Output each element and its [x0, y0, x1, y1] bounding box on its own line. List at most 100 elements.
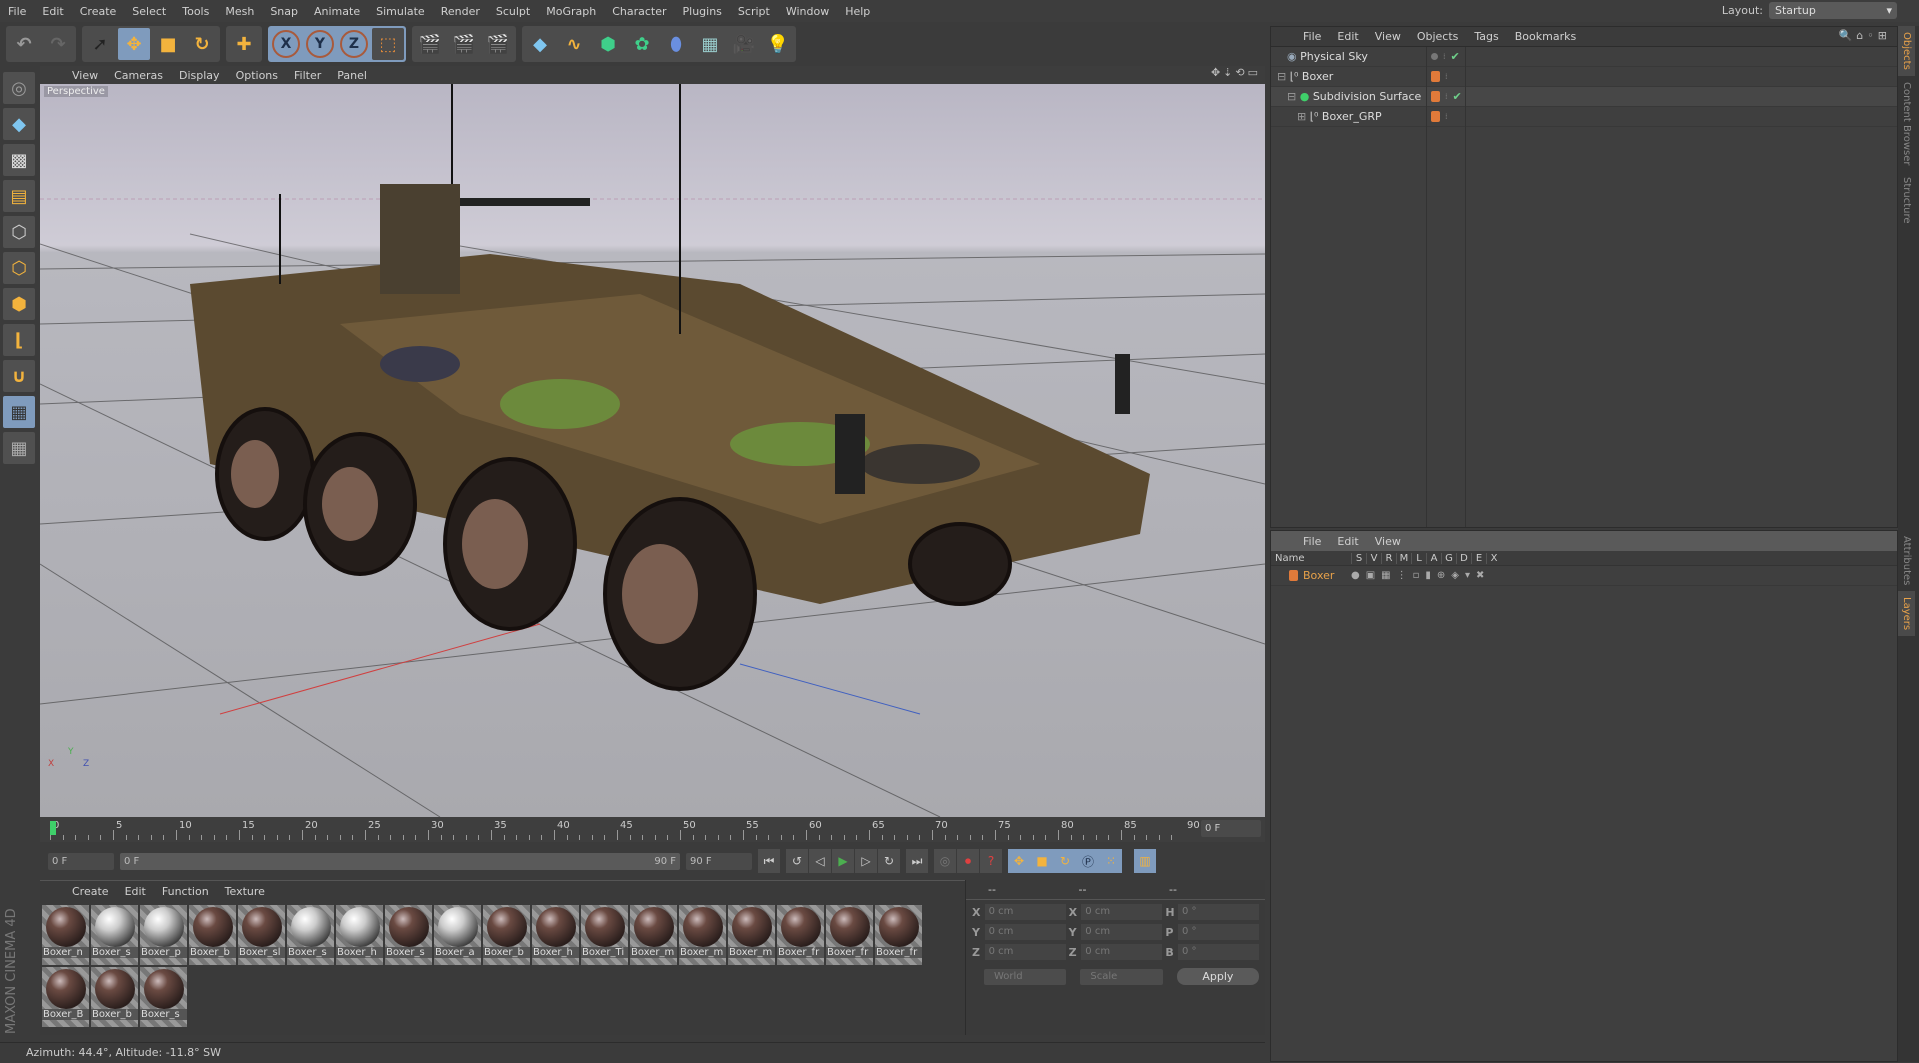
z-axis-toggle[interactable]: Z	[340, 30, 368, 58]
render-settings-icon[interactable]: 🎬	[482, 28, 514, 60]
material-thumbnail[interactable]: Boxer_fr	[826, 905, 873, 965]
material-thumbnail[interactable]: Boxer_fr	[875, 905, 922, 965]
start-frame-field[interactable]: 0 F	[48, 852, 114, 870]
layer-color-swatch[interactable]	[1431, 111, 1440, 122]
menu-mesh[interactable]: Mesh	[217, 5, 262, 18]
material-thumbnail[interactable]: Boxer_b	[91, 967, 138, 1027]
side-tab-content-browser[interactable]: Content Browser	[1898, 76, 1915, 171]
material-thumbnail[interactable]: Boxer_sl	[238, 905, 285, 965]
material-thumbnail[interactable]: Boxer_s	[140, 967, 187, 1027]
objects-menu-bookmarks[interactable]: Bookmarks	[1507, 30, 1584, 43]
current-frame-field[interactable]: 0 F	[1201, 820, 1261, 837]
visibility-dot[interactable]	[1431, 53, 1438, 60]
undo-icon[interactable]: ↶	[8, 28, 40, 60]
material-thumbnail[interactable]: Boxer_m	[630, 905, 677, 965]
key-scale-icon[interactable]: ■	[1031, 849, 1053, 873]
material-thumbnail[interactable]: Boxer_a	[434, 905, 481, 965]
menu-select[interactable]: Select	[124, 5, 174, 18]
coord-pos-field[interactable]: 0 cm	[984, 944, 1066, 960]
layer-color-swatch[interactable]	[1431, 71, 1440, 82]
layer-column-header[interactable]: E	[1471, 552, 1486, 564]
object-name[interactable]: Subdivision Surface	[1313, 90, 1421, 103]
coord-rot-field[interactable]: 0 °	[1177, 924, 1259, 940]
redo-icon[interactable]: ↷	[42, 28, 74, 60]
coord-mode-dropdown[interactable]: World	[984, 968, 1067, 985]
coord-size-field[interactable]: 0 cm	[1081, 924, 1163, 940]
key-rotation-icon[interactable]: ↻	[1054, 849, 1076, 873]
object-name[interactable]: Boxer_GRP	[1322, 110, 1382, 123]
timeline-window-icon[interactable]: ▥	[1134, 849, 1156, 873]
enabled-check-icon[interactable]: ✔	[1451, 50, 1460, 63]
coord-type-dropdown[interactable]: Scale	[1080, 968, 1163, 985]
layer-column-header[interactable]: R	[1381, 552, 1396, 564]
menu-file[interactable]: File	[0, 5, 34, 18]
object-name[interactable]: Physical Sky	[1300, 50, 1368, 63]
layout-dropdown[interactable]: Startup	[1769, 2, 1897, 19]
texture-mode-icon[interactable]: ▩	[3, 144, 35, 176]
x-axis-toggle[interactable]: X	[272, 30, 300, 58]
material-thumbnail[interactable]: Boxer_fr	[777, 905, 824, 965]
timeline-ruler[interactable]: 0 5 10 15 20 25 30 35 40 45 50 55 60 65 70 75 80 85 90 0 F	[40, 817, 1265, 842]
menu-character[interactable]: Character	[604, 5, 674, 18]
select-tool-icon[interactable]: ➚	[84, 28, 116, 60]
points-mode-icon[interactable]: ⬡	[3, 216, 35, 248]
layers-menu-edit[interactable]: Edit	[1329, 535, 1366, 548]
layer-column-header[interactable]: A	[1426, 552, 1441, 564]
object-row[interactable]: ⊞ ⌊⁰ Boxer_GRP ⁞	[1271, 106, 1897, 127]
layers-menu-file[interactable]: File	[1295, 535, 1329, 548]
material-thumbnail[interactable]: Boxer_b	[483, 905, 530, 965]
layer-column-header[interactable]: V	[1366, 552, 1381, 564]
key-parameter-icon[interactable]: Ⓟ	[1077, 849, 1099, 873]
layer-column-header[interactable]: Name	[1271, 553, 1351, 564]
material-thumbnail[interactable]: Boxer_B	[42, 967, 89, 1027]
menu-tools[interactable]: Tools	[174, 5, 217, 18]
model-mode-icon[interactable]: ◆	[3, 108, 35, 140]
material-thumbnail[interactable]: Boxer_m	[679, 905, 726, 965]
expand-toggle-icon[interactable]: ⊞	[1297, 110, 1306, 123]
coord-rot-field[interactable]: 0 °	[1177, 944, 1259, 960]
objects-menu-view[interactable]: View	[1367, 30, 1409, 43]
side-tab-structure[interactable]: Structure	[1898, 171, 1915, 230]
key-pla-icon[interactable]: ⁙	[1100, 849, 1122, 873]
objects-menu-objects[interactable]: Objects	[1409, 30, 1467, 43]
material-thumbnail[interactable]: Boxer_p	[140, 905, 187, 965]
material-thumbnail[interactable]: Boxer_h	[336, 905, 383, 965]
enabled-check-icon[interactable]: ✔	[1453, 90, 1462, 103]
editor-render-dots[interactable]: ⁞	[1445, 92, 1448, 101]
menu-script[interactable]: Script	[730, 5, 778, 18]
object-name[interactable]: Boxer	[1302, 70, 1333, 83]
spline-icon[interactable]: ∿	[558, 28, 590, 60]
apply-button[interactable]: Apply	[1176, 968, 1259, 985]
material-thumbnail[interactable]: Boxer_s	[91, 905, 138, 965]
scale-tool-icon[interactable]: ■	[152, 28, 184, 60]
axis-mode-icon[interactable]: ⌊	[3, 324, 35, 356]
side-tab-objects[interactable]: Objects	[1898, 26, 1915, 76]
layer-row[interactable]: Boxer ●▣▦⋮▫▮⊕◈▾✖	[1271, 566, 1897, 586]
key-position-icon[interactable]: ✥	[1008, 849, 1030, 873]
mograph-cloner-icon[interactable]: ✿	[626, 28, 658, 60]
menu-mograph[interactable]: MoGraph	[538, 5, 604, 18]
keyframe-selection-icon[interactable]: ?	[980, 849, 1002, 873]
objects-menu-file[interactable]: File	[1295, 30, 1329, 43]
coord-size-field[interactable]: 0 cm	[1081, 904, 1163, 920]
solo-icon[interactable]: ▦	[3, 432, 35, 464]
play-icon[interactable]: ▶	[832, 849, 854, 873]
material-menu-create[interactable]: Create	[64, 885, 117, 898]
previous-key-icon[interactable]: ↺	[786, 849, 808, 873]
menu-window[interactable]: Window	[778, 5, 837, 18]
autokey-icon[interactable]: ⏺	[957, 849, 979, 873]
menu-create[interactable]: Create	[72, 5, 125, 18]
material-menu-texture[interactable]: Texture	[217, 885, 273, 898]
object-row[interactable]: ◉ Physical Sky ⁞ ✔	[1271, 46, 1897, 67]
viewport-nav-icons[interactable]: ✥⇣⟲▭	[1211, 66, 1261, 79]
layer-name[interactable]: Boxer	[1303, 569, 1334, 582]
coord-pos-field[interactable]: 0 cm	[984, 924, 1066, 940]
objects-search-home-icons[interactable]: 🔍⌂◦⊞	[1839, 29, 1891, 42]
editor-render-dots[interactable]: ⁞	[1445, 72, 1448, 81]
layer-column-header[interactable]: S	[1351, 552, 1366, 564]
render-picture-viewer-icon[interactable]: 🎬	[448, 28, 480, 60]
objects-menu-tags[interactable]: Tags	[1466, 30, 1506, 43]
material-menu-edit[interactable]: Edit	[117, 885, 154, 898]
light-icon[interactable]: 💡	[762, 28, 794, 60]
frame-ruler[interactable]: 0 5 10 15 20 25 30 35 40 45 50 55 60 65 70 75 80 85 90	[50, 817, 1200, 842]
